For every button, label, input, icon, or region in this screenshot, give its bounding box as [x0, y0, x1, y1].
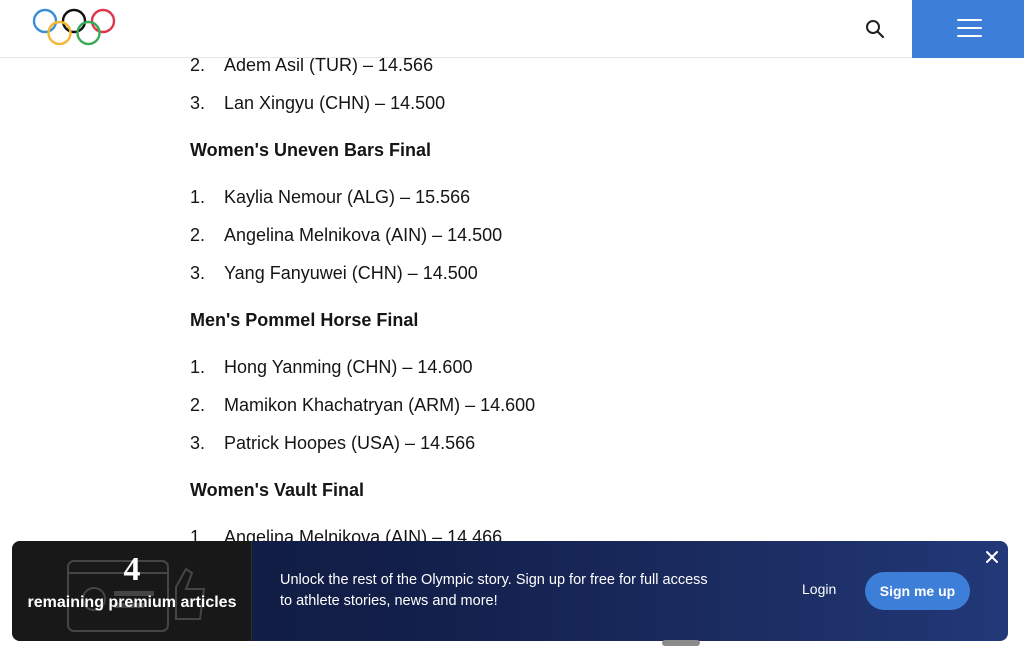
- hamburger-menu-button[interactable]: [912, 0, 1024, 58]
- result-row: 3. Yang Fanyuwei (CHN) – 14.500: [190, 262, 478, 284]
- remaining-articles-label: remaining premium articles: [27, 594, 237, 611]
- result-row: 2. Mamikon Khachatryan (ARM) – 14.600: [190, 394, 535, 416]
- premium-articles-banner: 4 remaining premium articles Unlock the …: [12, 541, 1008, 641]
- olympic-rings-icon[interactable]: [31, 8, 117, 48]
- result-rank: 3.: [190, 433, 206, 453]
- result-text: Hong Yanming (CHN) – 14.600: [224, 357, 473, 377]
- result-rank: 2.: [190, 58, 206, 75]
- hamburger-menu-icon: [957, 19, 982, 21]
- signup-message: Unlock the rest of the Olympic story. Si…: [280, 572, 708, 609]
- drawer-handle[interactable]: [662, 640, 700, 646]
- result-row: 1. Hong Yanming (CHN) – 14.600: [190, 356, 472, 378]
- result-rank: 3.: [190, 263, 206, 283]
- result-rank: 2.: [190, 395, 206, 415]
- result-rank: 3.: [190, 93, 206, 113]
- remaining-articles-panel: 4 remaining premium articles: [12, 541, 252, 641]
- result-row: 3. Lan Xingyu (CHN) – 14.500: [190, 92, 445, 114]
- result-text: Lan Xingyu (CHN) – 14.500: [224, 93, 446, 113]
- hamburger-menu-icon: [957, 35, 982, 37]
- login-link[interactable]: Login: [802, 581, 836, 597]
- site-header: [0, 0, 1024, 58]
- result-text: Angelina Melnikova (AIN) – 14.500: [224, 225, 503, 245]
- hamburger-menu-icon: [957, 27, 982, 29]
- result-row: 2. Adem Asil (TUR) – 14.566: [190, 58, 433, 76]
- result-rank: 2.: [190, 225, 206, 245]
- result-text: Patrick Hoopes (USA) – 14.566: [224, 433, 476, 453]
- result-text: Mamikon Khachatryan (ARM) – 14.600: [224, 395, 536, 415]
- result-rank: 1.: [190, 357, 206, 377]
- sign-me-up-button[interactable]: Sign me up: [865, 572, 970, 610]
- event-heading: Women's Uneven Bars Final: [190, 140, 432, 160]
- remaining-articles-count: 4: [123, 551, 141, 588]
- close-icon[interactable]: [982, 547, 1002, 567]
- result-row: 2. Angelina Melnikova (AIN) – 14.500: [190, 224, 502, 246]
- event-heading: Men's Pommel Horse Final: [190, 310, 419, 330]
- result-text: Yang Fanyuwei (CHN) – 14.500: [224, 263, 478, 283]
- search-button[interactable]: [860, 14, 890, 44]
- search-icon: [866, 20, 885, 39]
- result-text: Adem Asil (TUR) – 14.566: [224, 58, 434, 75]
- result-rank: 1.: [190, 187, 206, 207]
- result-row: 3. Patrick Hoopes (USA) – 14.566: [190, 432, 475, 454]
- result-row: 1. Kaylia Nemour (ALG) – 15.566: [190, 186, 470, 208]
- result-text: Kaylia Nemour (ALG) – 15.566: [224, 187, 471, 207]
- event-heading: Women's Vault Final: [190, 480, 364, 500]
